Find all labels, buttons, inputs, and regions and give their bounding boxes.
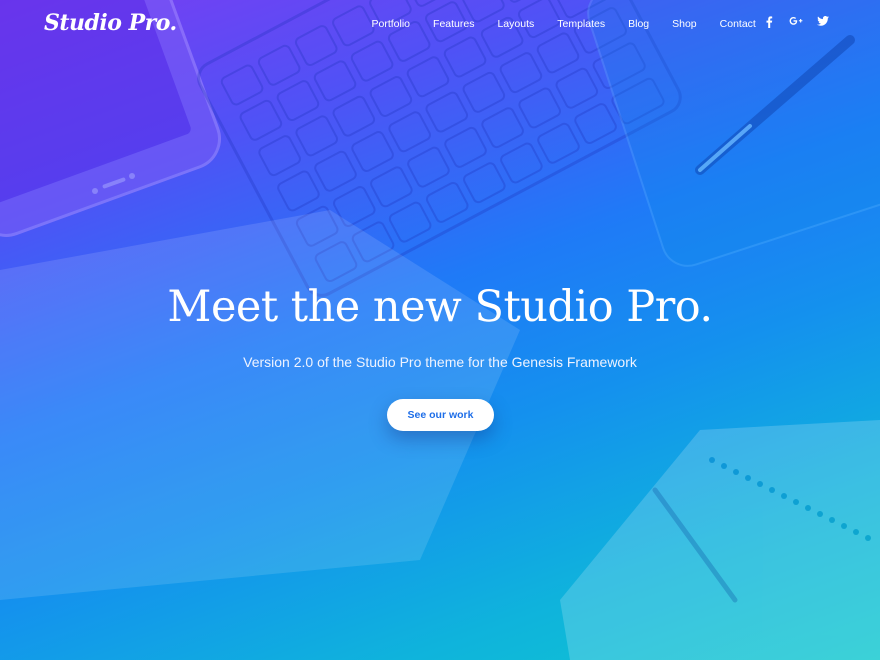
nav-item-portfolio[interactable]: Portfolio [372, 18, 411, 30]
nav-item-templates[interactable]: Templates [557, 18, 605, 30]
main-nav: Portfolio Features Layouts Templates Blo… [360, 16, 767, 32]
nav-item-blog[interactable]: Blog [628, 18, 649, 30]
nav-item-layouts[interactable]: Layouts [497, 18, 534, 30]
facebook-glyph [766, 16, 773, 28]
hero-section: Studio Pro. Portfolio Features Layouts T… [0, 0, 880, 660]
nav-item-features[interactable]: Features [433, 18, 474, 30]
hero-subtitle: Version 2.0 of the Studio Pro theme for … [243, 354, 637, 370]
facebook-icon[interactable] [760, 16, 778, 32]
nav-item-shop[interactable]: Shop [672, 18, 697, 30]
see-our-work-button[interactable]: See our work [387, 399, 494, 431]
twitter-glyph [817, 16, 829, 26]
google-plus-icon[interactable] [787, 16, 805, 32]
twitter-icon[interactable] [814, 16, 832, 32]
hero-title: Meet the new Studio Pro. [167, 282, 713, 332]
site-logo[interactable]: Studio Pro. [44, 10, 177, 36]
nav-item-contact[interactable]: Contact [720, 18, 756, 30]
social-links [760, 16, 841, 32]
google-plus-glyph [789, 17, 803, 25]
